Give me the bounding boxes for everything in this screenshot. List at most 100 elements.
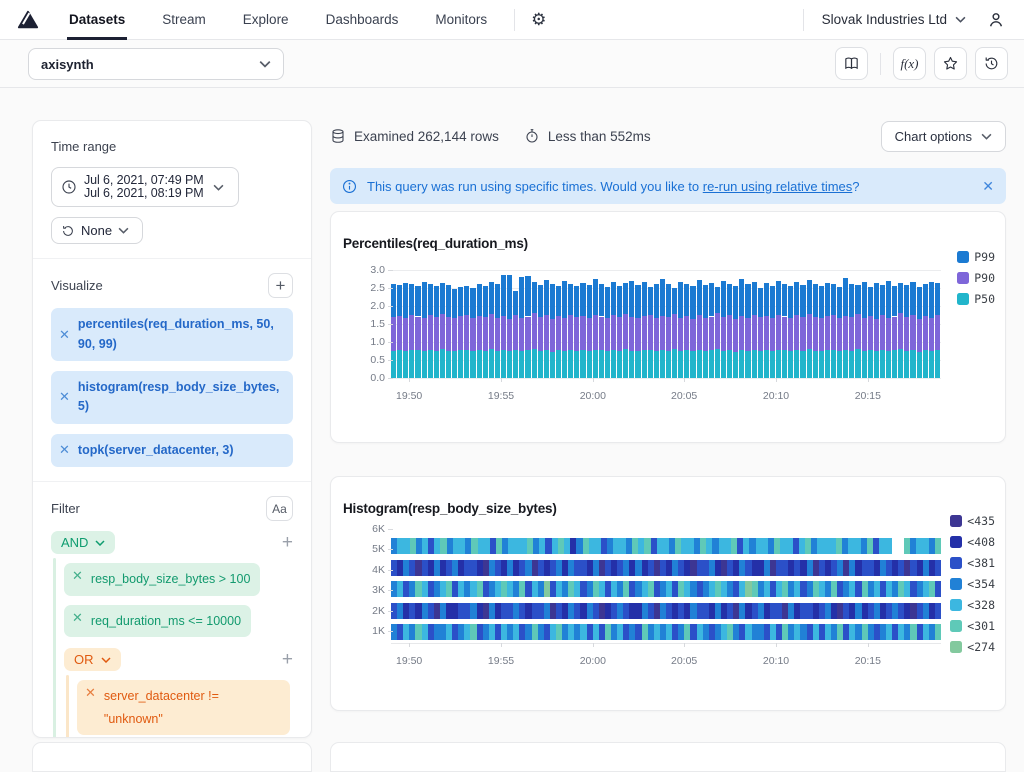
legend-item[interactable]: <354 [950, 577, 995, 591]
filter-condition[interactable]: ✕ resp_body_size_bytes > 100 [64, 563, 260, 596]
nav-item-label: Monitors [435, 12, 487, 27]
compare-against-selector[interactable]: None [51, 217, 143, 244]
chevron-down-icon [101, 657, 111, 663]
legend-swatch [950, 641, 962, 653]
legend-swatch [950, 620, 962, 632]
legend-label: P99 [974, 250, 995, 264]
legend-label: P90 [974, 271, 995, 285]
settings-gear-icon[interactable]: ⚙ [531, 11, 546, 28]
legend-label: P50 [974, 292, 995, 306]
remove-icon[interactable]: ✕ [59, 327, 70, 343]
filter-condition[interactable]: ✕ server_datacenter != "unknown" [77, 680, 290, 735]
clock-icon [61, 179, 77, 195]
visualization-chip-label: percentiles(req_duration_ms, 50, 90, 99) [78, 315, 283, 354]
legend-item[interactable]: <435 [950, 514, 995, 528]
banner-text: This query was run using specific times.… [367, 179, 860, 194]
legend-item[interactable]: <408 [950, 535, 995, 549]
remove-icon[interactable]: ✕ [72, 568, 83, 584]
legend-swatch [950, 599, 962, 611]
condition-label: server_datacenter != "unknown" [104, 685, 280, 730]
filter-condition[interactable]: ✕ req_duration_ms <= 10000 [64, 605, 251, 638]
percentiles-plot[interactable] [391, 262, 941, 378]
legend-swatch [957, 293, 969, 305]
legend-label: <274 [967, 640, 995, 654]
history-button[interactable] [975, 47, 1008, 80]
histogram-chart-card: Histogram(resp_body_size_bytes) <435 <40… [330, 476, 1006, 711]
chevron-down-icon [213, 184, 224, 191]
org-selector[interactable]: Slovak Industries Ltd [822, 12, 966, 27]
app-logo-icon[interactable] [17, 9, 39, 31]
filter-root-operator[interactable]: AND [51, 531, 115, 554]
visualization-chip[interactable]: ✕ histogram(resp_body_size_bytes, 5) [51, 371, 293, 424]
docs-button[interactable] [835, 47, 868, 80]
chart-title: Percentiles(req_duration_ms) [343, 236, 528, 251]
legend-swatch [950, 557, 962, 569]
compare-value: None [81, 223, 112, 238]
nav-item-stream[interactable]: Stream [160, 0, 208, 40]
time-range-selector[interactable]: Jul 6, 2021, 07:49 PM Jul 6, 2021, 08:19… [51, 167, 239, 207]
legend-item[interactable]: <301 [950, 619, 995, 633]
chevron-down-icon [981, 133, 992, 140]
remove-icon[interactable]: ✕ [59, 442, 70, 458]
time-range-label: Time range [51, 139, 293, 154]
nav-item-monitors[interactable]: Monitors [433, 0, 489, 40]
legend-label: <328 [967, 598, 995, 612]
percentiles-legend: P99 P90 P50 [957, 250, 995, 306]
remove-icon[interactable]: ✕ [85, 685, 96, 701]
nav-item-label: Stream [162, 12, 206, 27]
history-icon [61, 224, 75, 238]
nav-item-label: Explore [243, 12, 289, 27]
chevron-down-icon [259, 60, 271, 68]
remove-icon[interactable]: ✕ [72, 610, 83, 626]
visualization-chip-label: histogram(resp_body_size_bytes, 5) [78, 378, 283, 417]
nav-item-explore[interactable]: Explore [241, 0, 291, 40]
legend-swatch [950, 536, 962, 548]
legend-swatch [950, 515, 962, 527]
database-icon [330, 128, 346, 144]
dataset-selector[interactable]: axisynth [28, 48, 284, 80]
case-sensitivity-button[interactable]: Aa [266, 496, 293, 521]
legend-label: <435 [967, 514, 995, 528]
chart-options-button[interactable]: Chart options [881, 121, 1006, 152]
chevron-down-icon [118, 227, 129, 234]
query-duration-stat: Less than 552ms [524, 128, 651, 144]
nav-item-datasets[interactable]: Datasets [67, 0, 127, 40]
banner-close-icon[interactable]: ✕ [982, 178, 994, 195]
percentiles-chart-card: Percentiles(req_duration_ms) P99 P90 P50… [330, 211, 1006, 443]
legend-item[interactable]: <381 [950, 556, 995, 570]
legend-swatch [957, 272, 969, 284]
chart-title: Histogram(resp_body_size_bytes) [343, 501, 557, 516]
add-filter-button[interactable]: + [282, 650, 293, 669]
operator-label: OR [74, 652, 94, 667]
chevron-down-icon [95, 540, 105, 546]
add-filter-button[interactable]: + [282, 533, 293, 552]
history-icon [983, 55, 1000, 72]
favorite-button[interactable] [934, 47, 967, 80]
user-avatar-icon[interactable] [986, 10, 1006, 30]
rerun-relative-link[interactable]: re-run using relative times [703, 179, 853, 194]
remove-icon[interactable]: ✕ [59, 389, 70, 405]
visualization-chip[interactable]: ✕ percentiles(req_duration_ms, 50, 90, 9… [51, 308, 293, 361]
legend-label: <354 [967, 577, 995, 591]
chevron-down-icon [955, 16, 966, 23]
nav-item-label: Dashboards [326, 12, 399, 27]
add-visualization-button[interactable]: + [268, 273, 293, 298]
nav-item-dashboards[interactable]: Dashboards [324, 0, 401, 40]
legend-item[interactable]: P99 [957, 250, 995, 264]
dataset-toolbar: axisynth f(x) [0, 40, 1024, 88]
functions-button[interactable]: f(x) [893, 47, 926, 80]
legend-item[interactable]: P50 [957, 292, 995, 306]
legend-item[interactable]: P90 [957, 271, 995, 285]
dataset-name: axisynth [41, 57, 94, 72]
visualization-chip[interactable]: ✕ topk(server_datacenter, 3) [51, 434, 293, 467]
condition-label: req_duration_ms <= 10000 [91, 610, 241, 633]
legend-item[interactable]: <274 [950, 640, 995, 654]
legend-item[interactable]: <328 [950, 598, 995, 612]
fx-icon: f(x) [900, 56, 918, 72]
operator-label: AND [61, 535, 88, 550]
org-name: Slovak Industries Ltd [822, 12, 947, 27]
stopwatch-icon [524, 128, 540, 144]
visualize-label: Visualize [51, 278, 103, 293]
filter-group-operator[interactable]: OR [64, 648, 121, 671]
histogram-plot[interactable] [391, 522, 941, 637]
